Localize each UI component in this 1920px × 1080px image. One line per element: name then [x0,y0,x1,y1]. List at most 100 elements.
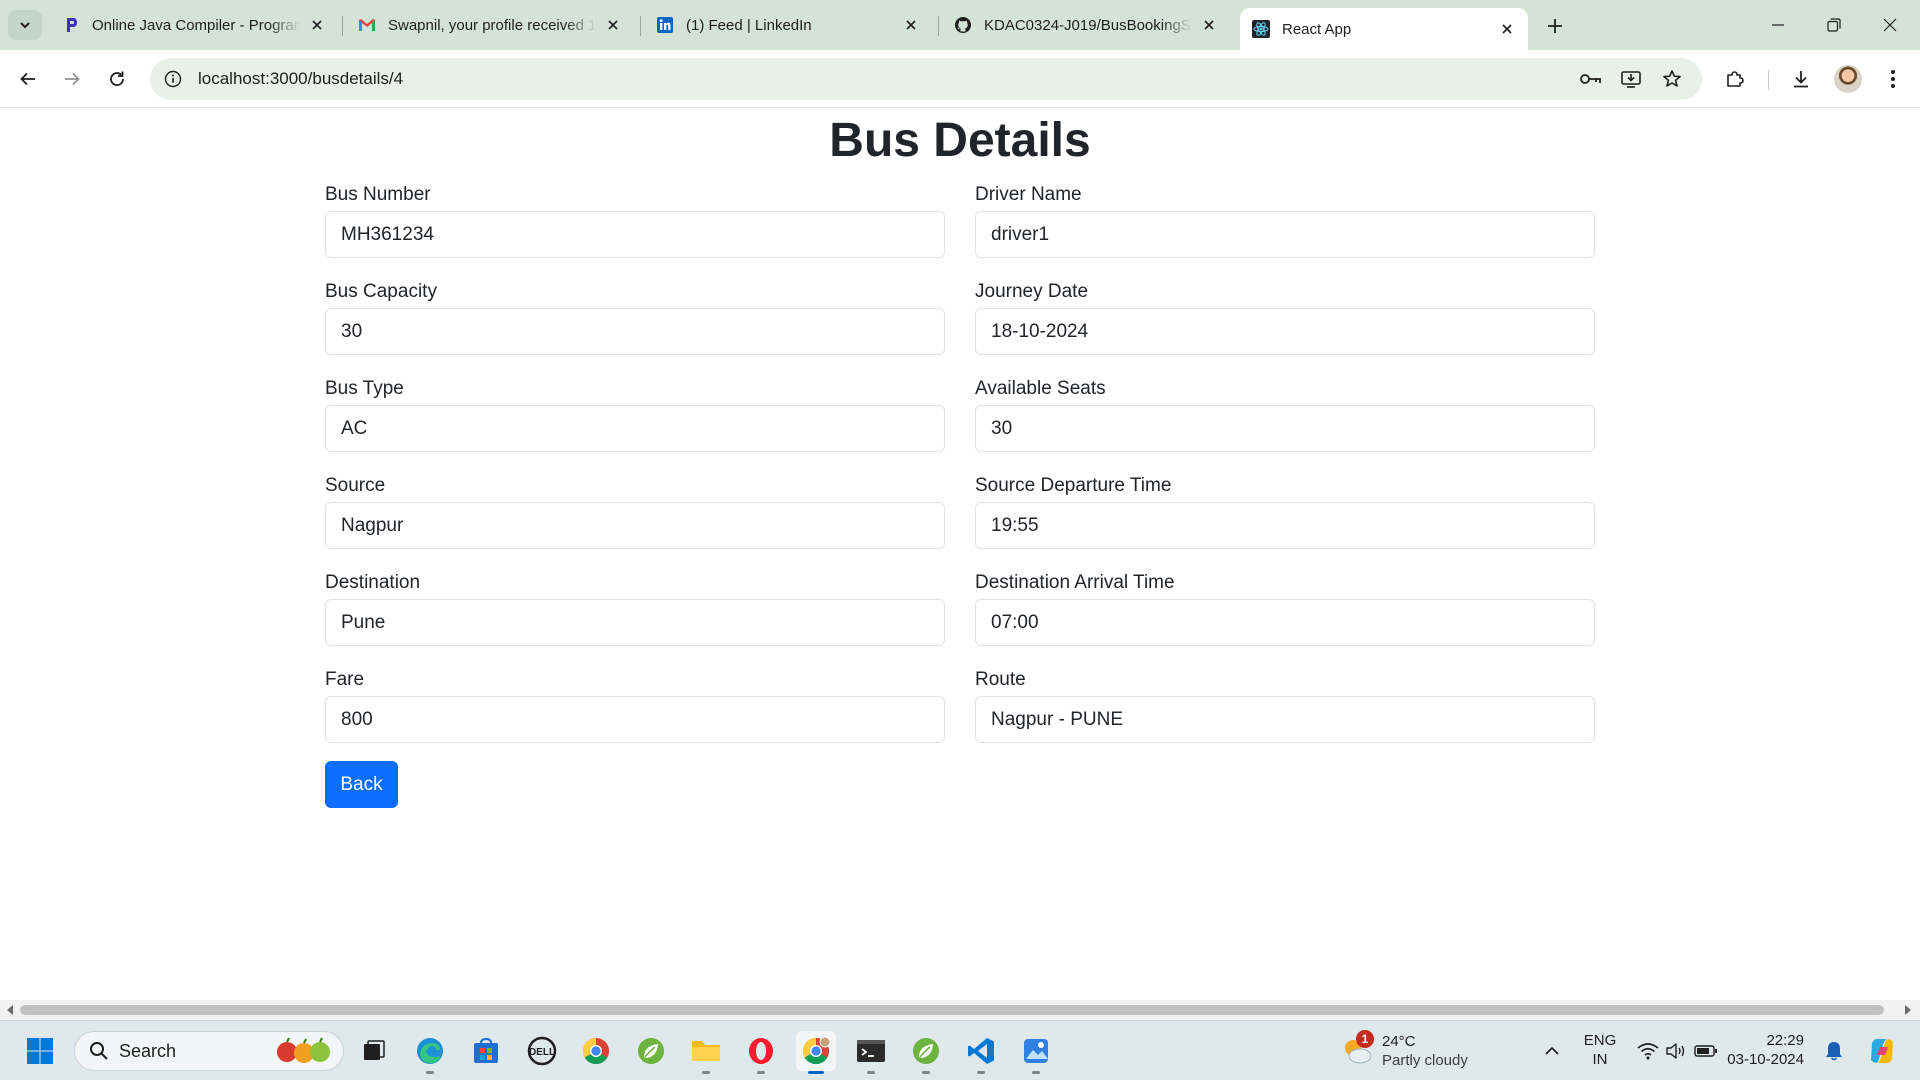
restore-icon [1827,18,1841,32]
bus-type-input[interactable] [325,405,945,452]
forward-nav-button[interactable] [55,62,89,96]
puzzle-icon [1727,71,1744,87]
close-icon[interactable] [1498,20,1516,38]
wifi-icon[interactable] [1636,1039,1660,1063]
destination-label: Destination [325,572,421,593]
url-text[interactable]: localhost:3000/busdetails/4 [198,69,403,89]
input-language-indicator[interactable]: ENG IN [1580,1031,1620,1069]
kebab-menu-icon [1891,70,1895,88]
microsoft-store-app[interactable] [466,1031,506,1071]
route-input[interactable] [975,696,1595,743]
bus-capacity-label: Bus Capacity [325,281,437,302]
copilot-icon[interactable] [1866,1035,1898,1067]
tab-separator [640,16,641,36]
weather-alert-badge: 1 [1356,1030,1374,1048]
close-icon[interactable] [902,16,920,34]
vscode-app[interactable] [961,1031,1001,1074]
restore-button[interactable] [1806,0,1862,50]
source-departure-time-field: Source Departure Time [975,473,1595,549]
bus-type-field: Bus Type [325,376,945,452]
photos-app[interactable] [1016,1031,1056,1074]
bookmark-star-icon[interactable] [1657,64,1687,94]
browser-tab-react-app[interactable]: React App [1240,8,1528,50]
destination-arrival-time-input[interactable] [975,599,1595,646]
journey-date-input[interactable] [975,308,1595,355]
clock-time: 22:29 [1766,1032,1804,1049]
spring-tools-app[interactable] [631,1031,671,1071]
chevron-down-icon [20,22,30,29]
close-icon[interactable] [308,16,326,34]
horizontal-scrollbar[interactable] [0,1000,1920,1020]
reload-icon [110,71,124,86]
browser-tab-linkedin[interactable]: (1) Feed | LinkedIn [644,8,932,42]
chrome-profile-app[interactable] [796,1031,836,1074]
edge-app[interactable] [410,1031,450,1074]
scroll-left-icon[interactable] [4,1004,16,1016]
install-app-icon[interactable] [1616,64,1646,94]
browser-tab-gmail[interactable]: Swapnil, your profile received 1 [346,8,634,42]
tab-title: React App [1282,20,1352,38]
notification-bell-icon[interactable] [1822,1039,1846,1063]
photos-icon [1024,1039,1048,1063]
task-view-button[interactable] [354,1031,394,1071]
arrow-right-icon [65,72,80,86]
browser-toolbar: localhost:3000/busdetails/4 [0,50,1920,108]
close-icon[interactable] [1200,16,1218,34]
destination-field: Destination [325,570,945,646]
source-input[interactable] [325,502,945,549]
bus-number-input[interactable] [325,211,945,258]
running-indicator [977,1071,985,1074]
close-icon[interactable] [604,16,622,34]
taskbar-search[interactable]: Search [74,1031,344,1071]
fare-input[interactable] [325,696,945,743]
bus-capacity-input[interactable] [325,308,945,355]
region-code: IN [1592,1051,1608,1068]
extensions-button[interactable] [1718,62,1752,96]
chrome-app[interactable] [576,1031,616,1071]
fare-field: Fare [325,667,945,743]
scroll-right-icon[interactable] [1902,1004,1914,1016]
spring-leaf-icon [638,1038,664,1064]
browser-tab-github[interactable]: KDAC0324-J019/BusBookingSystem [942,8,1230,42]
source-departure-time-input[interactable] [975,502,1595,549]
new-tab-button[interactable] [1541,12,1569,40]
opera-app[interactable] [741,1031,781,1074]
available-seats-label: Available Seats [975,378,1106,399]
bus-capacity-field: Bus Capacity [325,279,945,355]
reload-button[interactable] [100,62,134,96]
bus-type-label: Bus Type [325,378,404,399]
weather-widget[interactable]: 1 24°C Partly cloudy [1340,1029,1468,1073]
back-button[interactable]: Back [325,761,398,808]
chrome-icon [802,1036,831,1065]
tab-search-button[interactable] [8,10,42,40]
minimize-button[interactable] [1750,0,1806,50]
weather-condition: Partly cloudy [1382,1052,1468,1069]
profile-avatar[interactable] [1834,65,1862,93]
tab-title: Swapnil, your profile received 1 [388,16,596,34]
battery-icon[interactable] [1694,1039,1718,1063]
address-bar[interactable]: localhost:3000/busdetails/4 [150,58,1702,100]
volume-icon[interactable] [1664,1039,1688,1063]
driver-name-input[interactable] [975,211,1595,258]
programiz-icon [62,16,80,34]
site-info-icon[interactable] [158,64,188,94]
available-seats-input[interactable] [975,405,1595,452]
chrome-menu-button[interactable] [1876,62,1910,96]
back-nav-button[interactable] [11,62,45,96]
downloads-button[interactable] [1784,62,1818,96]
file-explorer-app[interactable] [686,1031,726,1074]
browser-tab-programiz[interactable]: Online Java Compiler - Programiz [50,8,338,42]
terminal-app[interactable] [851,1031,891,1074]
running-indicator [426,1071,434,1074]
password-key-icon[interactable] [1576,64,1606,94]
show-hidden-icons-button[interactable] [1540,1039,1564,1063]
destination-input[interactable] [325,599,945,646]
system-clock[interactable]: 22:29 03-10-2024 [1718,1031,1804,1069]
close-window-button[interactable] [1862,0,1918,50]
spring-tools-app-2[interactable] [906,1031,946,1074]
start-button[interactable] [20,1031,60,1071]
scrollbar-thumb[interactable] [20,1005,1884,1015]
fare-label: Fare [325,669,365,690]
running-indicator [808,1071,824,1074]
dell-app[interactable]: DELL [522,1031,562,1071]
